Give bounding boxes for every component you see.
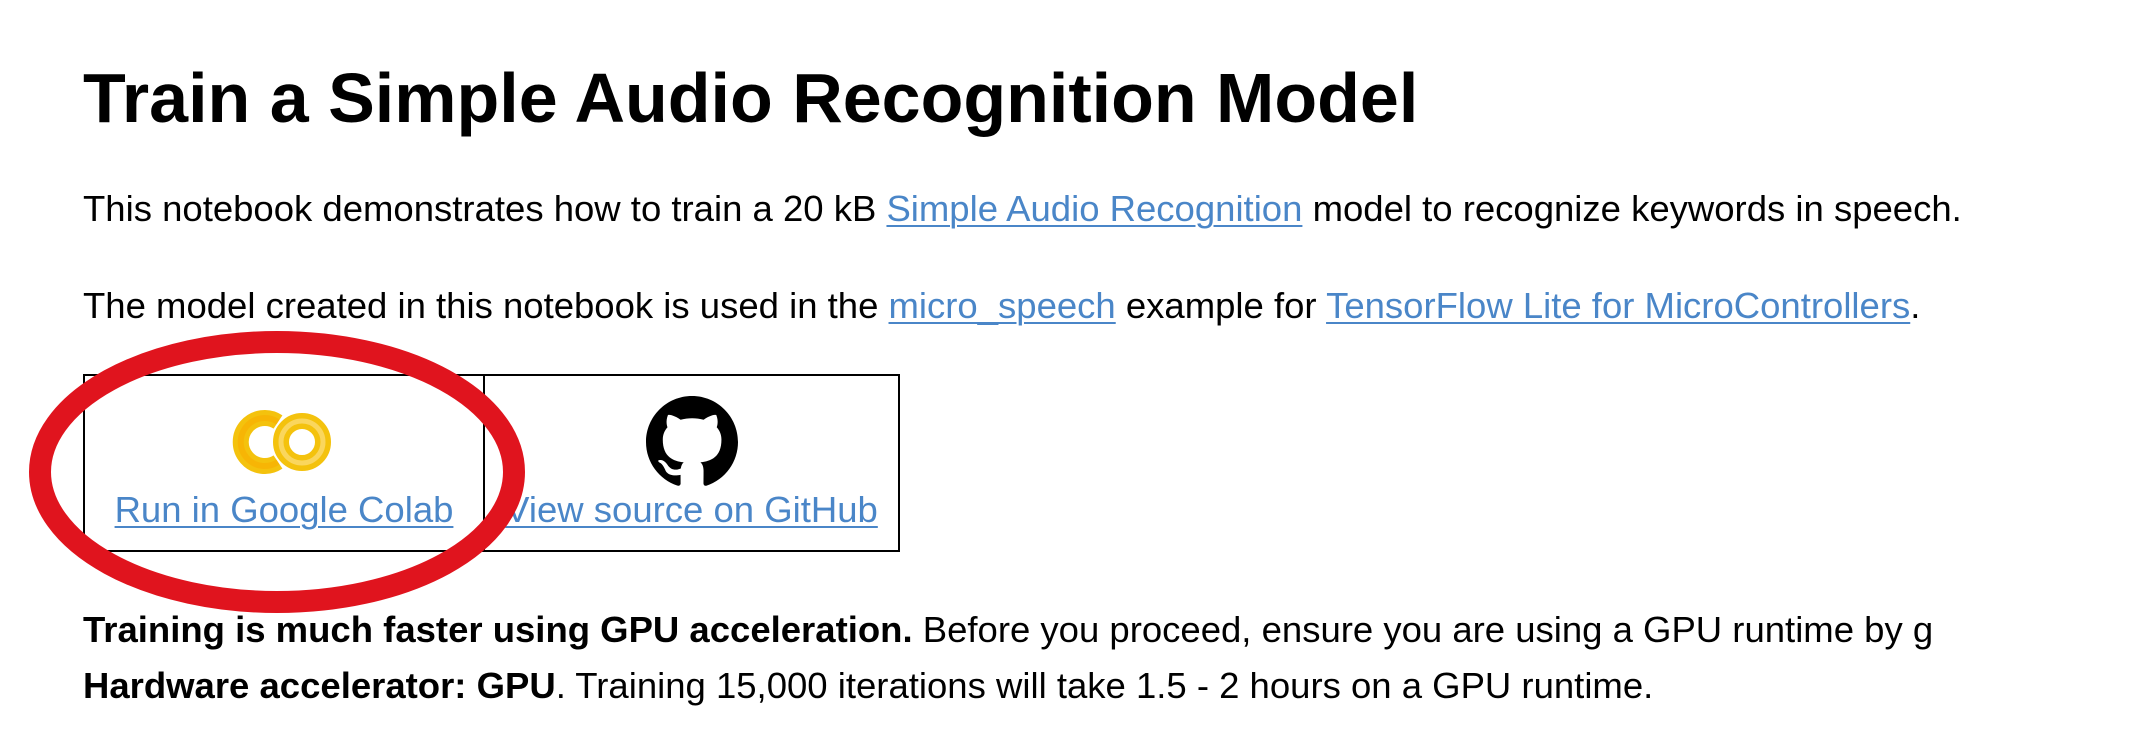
view-on-github-link[interactable]: View source on GitHub xyxy=(505,489,878,530)
usage-text-before: The model created in this notebook is us… xyxy=(83,285,889,326)
usage-text-after: . xyxy=(1910,285,1921,326)
gpu-note-line-2: Hardware accelerator: GPU. Training 15,0… xyxy=(83,658,1653,714)
notebook-badges-table: Run in Google Colab View source on GitHu… xyxy=(83,374,900,552)
usage-text-middle: example for xyxy=(1115,285,1327,326)
gpu-note-bold-lead: Training is much faster using GPU accele… xyxy=(83,609,913,650)
usage-paragraph: The model created in this notebook is us… xyxy=(83,284,1920,328)
run-in-colab-link[interactable]: Run in Google Colab xyxy=(115,489,454,530)
colab-badge-cell[interactable]: Run in Google Colab xyxy=(83,374,485,552)
page-title: Train a Simple Audio Recognition Model xyxy=(83,59,1419,137)
tflite-microcontrollers-link[interactable]: TensorFlow Lite for MicroControllers xyxy=(1326,285,1910,326)
colab-logo-icon xyxy=(232,410,331,474)
gpu-note-text-2: . Training 15,000 iterations will take 1… xyxy=(555,665,1654,706)
intro-text-before: This notebook demonstrates how to train … xyxy=(83,188,887,229)
gpu-note-line-1: Training is much faster using GPU accele… xyxy=(83,602,2154,658)
gpu-note-hardware-setting: Hardware accelerator: GPU xyxy=(83,665,556,706)
github-logo-icon xyxy=(645,396,738,486)
github-badge-cell[interactable]: View source on GitHub xyxy=(483,374,900,552)
intro-paragraph: This notebook demonstrates how to train … xyxy=(83,187,1962,231)
simple-audio-recognition-link[interactable]: Simple Audio Recognition xyxy=(886,188,1302,229)
micro-speech-link[interactable]: micro_speech xyxy=(889,285,1116,326)
notebook-page: Train a Simple Audio Recognition Model T… xyxy=(0,0,2154,748)
gpu-note-text: Before you proceed, ensure you are using… xyxy=(912,609,1934,650)
intro-text-after: model to recognize keywords in speech. xyxy=(1302,188,1962,229)
